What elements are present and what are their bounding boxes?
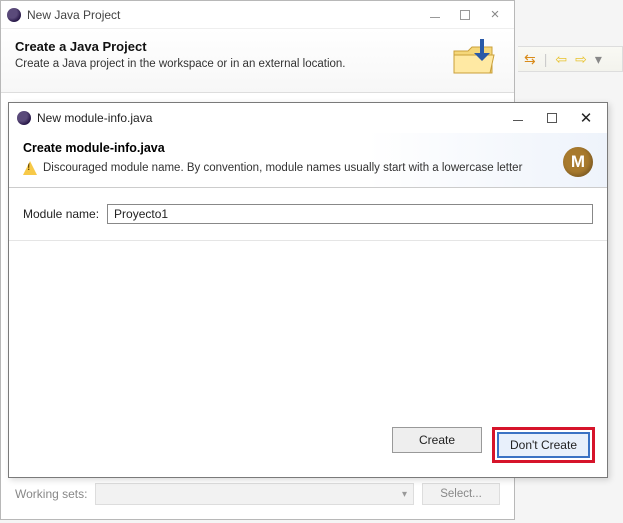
ide-toolstrip: ⇆ | ⇦ ⇨ ▾ [518,46,623,72]
working-sets-combo[interactable]: ▾ [95,483,414,505]
back-heading: Create a Java Project [15,39,500,54]
back-bottom-row: Working sets: ▾ Select... [1,475,514,519]
highlight-box: Don't Create [492,427,595,463]
working-sets-label: Working sets: [15,487,87,501]
separator: | [544,52,548,66]
close-icon[interactable]: × [488,8,502,22]
menu-dash-icon[interactable]: ▾ [595,52,602,66]
toggle-icon[interactable]: ⇆ [524,52,536,66]
eclipse-icon [7,8,21,22]
back-subtext: Create a Java project in the workspace o… [15,58,500,70]
back-titlebar: New Java Project × [1,1,514,29]
dialog-body: Module name: [9,188,607,241]
dialog-title: New module-info.java [37,111,152,125]
create-button[interactable]: Create [392,427,482,453]
folder-icon [450,35,498,83]
dialog-button-row: Create Don't Create [9,417,607,475]
chevron-down-icon: ▾ [402,489,407,500]
maximize-icon[interactable] [458,8,472,22]
close-icon[interactable]: ✕ [579,111,593,125]
back-window-title: New Java Project [27,8,120,22]
dont-create-button[interactable]: Don't Create [497,432,590,458]
warning-icon [23,161,37,175]
nav-fwd-icon[interactable]: ⇨ [575,52,587,66]
maximize-icon[interactable] [545,111,559,125]
module-name-label: Module name: [23,207,99,221]
dialog-titlebar: New module-info.java ✕ [9,103,607,133]
nav-back-icon[interactable]: ⇦ [555,52,567,66]
module-info-dialog: New module-info.java ✕ Create module-inf… [8,102,608,478]
dialog-header: Create module-info.java Discouraged modu… [9,133,607,188]
dialog-spacer [9,241,607,417]
back-header: Create a Java Project Create a Java proj… [1,29,514,93]
warning-text: Discouraged module name. By convention, … [43,162,522,174]
module-name-input[interactable] [107,204,593,224]
eclipse-icon [17,111,31,125]
module-badge-icon: M [563,147,593,177]
minimize-icon[interactable] [511,111,525,125]
select-button[interactable]: Select... [422,483,500,505]
minimize-icon[interactable] [428,8,442,22]
dialog-heading: Create module-info.java [23,141,593,155]
